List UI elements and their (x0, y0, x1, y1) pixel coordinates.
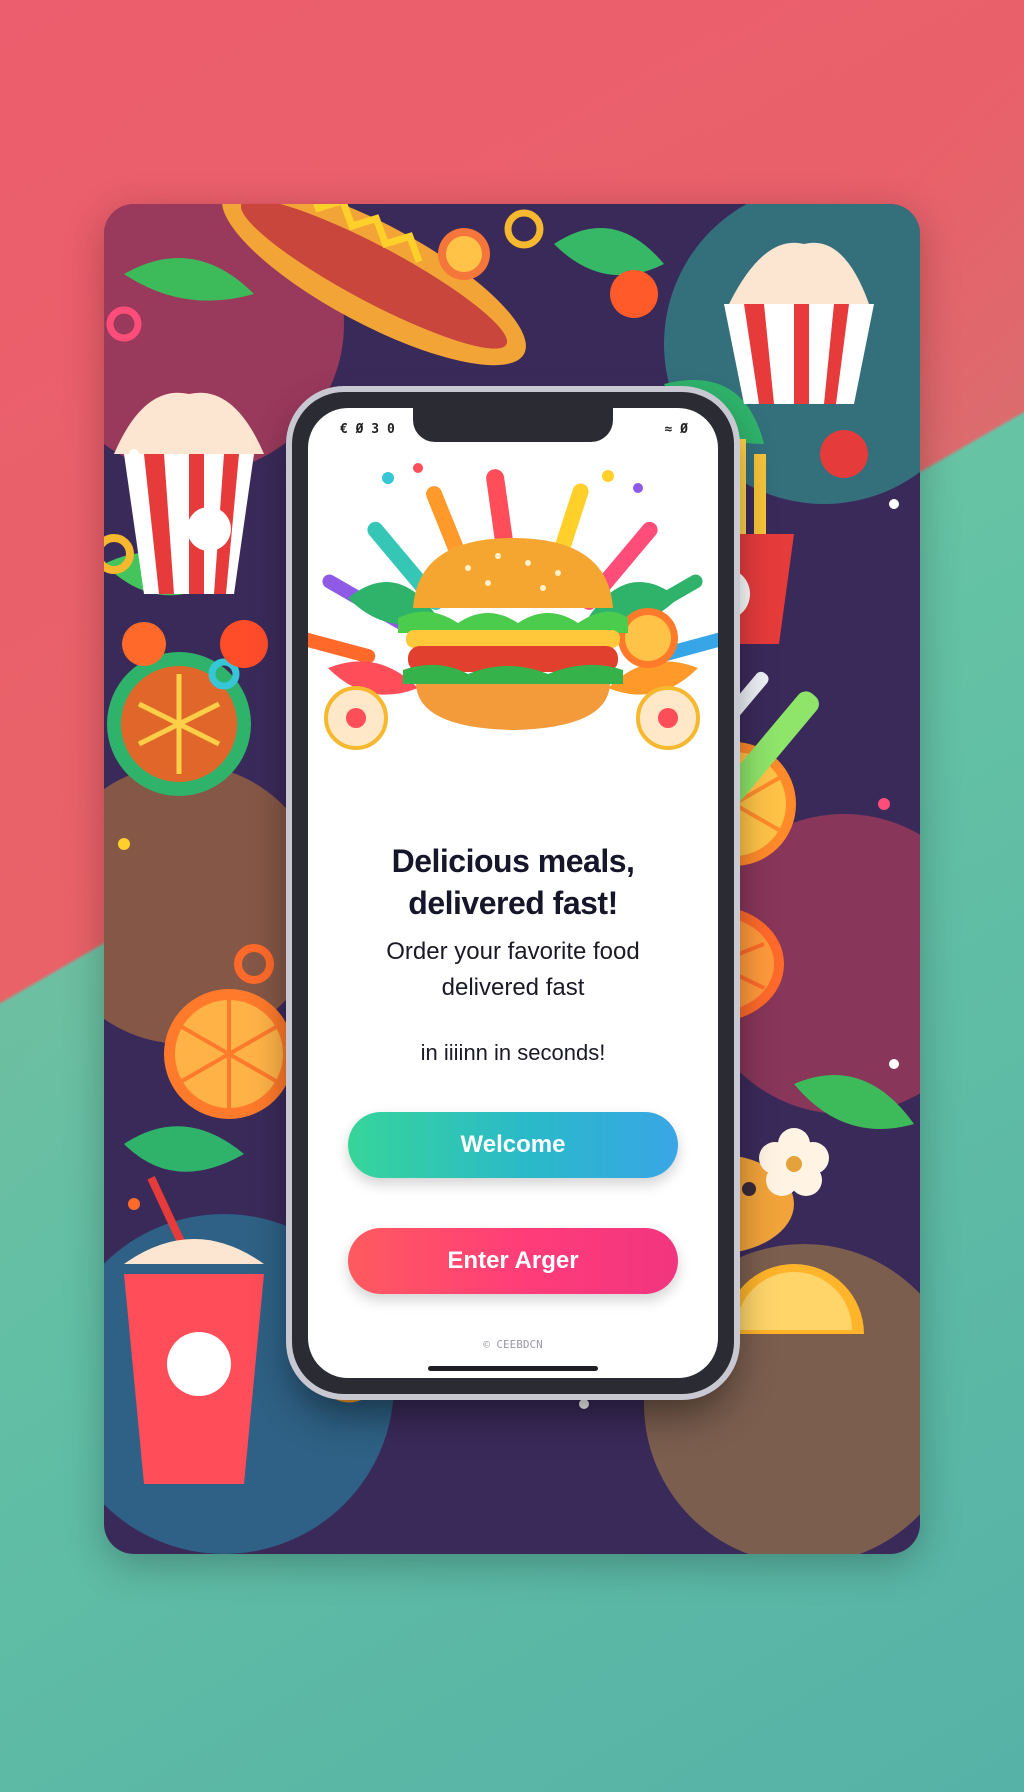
phone-frame: € Ø 3 0 ≈ Ø Delicious meals, delivered f… (292, 392, 734, 1394)
status-bar-left: € Ø 3 0 (340, 422, 395, 437)
welcome-button[interactable]: Welcome (348, 1112, 678, 1178)
footer-mark: © CEEBDCN (483, 1338, 543, 1351)
burger-illustration (308, 463, 718, 750)
tagline: in iiiinn in seconds! (420, 1040, 606, 1065)
flower-icon (759, 1128, 829, 1196)
home-indicator (428, 1366, 598, 1371)
subheadline-line-2: delivered fast (441, 974, 585, 1001)
headline: Delicious meals, delivered fast! (308, 840, 718, 924)
pizza-icon (107, 652, 251, 796)
orange-slice-icon (164, 989, 294, 1119)
phone-notch (413, 408, 613, 442)
subheadline: Order your favorite food delivered fast (308, 934, 718, 1006)
headline-line-1: Delicious meals, (391, 843, 635, 879)
headline-line-2: delivered fast! (408, 885, 618, 921)
order-button[interactable]: Enter Arger (348, 1228, 678, 1294)
status-bar-right: ≈ Ø (664, 422, 688, 437)
phone-screen: € Ø 3 0 ≈ Ø Delicious meals, delivered f… (308, 408, 718, 1378)
subheadline-line-1: Order your favorite food (386, 938, 640, 965)
